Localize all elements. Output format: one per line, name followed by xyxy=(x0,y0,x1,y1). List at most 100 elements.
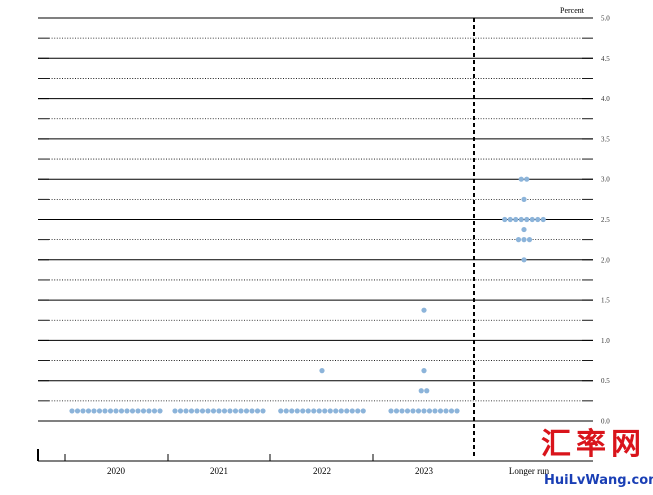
data-point xyxy=(333,408,339,414)
data-point xyxy=(205,408,211,414)
data-point xyxy=(135,408,141,414)
data-point xyxy=(540,216,546,223)
data-point xyxy=(232,408,239,414)
data-point xyxy=(355,408,361,414)
data-point xyxy=(344,408,350,414)
data-point xyxy=(96,408,103,414)
y-tick-label: 2.5 xyxy=(601,216,610,224)
data-point xyxy=(421,368,427,374)
data-point xyxy=(507,216,513,223)
x-tick-label: 2021 xyxy=(210,466,228,476)
data-point xyxy=(437,408,444,414)
y-tick-label: 4.5 xyxy=(601,55,610,63)
data-point xyxy=(432,408,438,414)
data-point xyxy=(238,408,244,414)
data-point xyxy=(124,408,130,414)
data-point xyxy=(188,408,195,414)
data-point xyxy=(311,408,317,414)
data-point xyxy=(85,408,92,414)
data-point xyxy=(199,408,206,414)
data-point xyxy=(74,408,81,414)
data-point xyxy=(524,176,530,182)
data-point xyxy=(319,368,325,374)
data-point xyxy=(393,408,400,414)
y-tick-label: 1.5 xyxy=(601,297,610,305)
data-point xyxy=(249,408,255,414)
data-point xyxy=(278,408,284,414)
x-tick-label: 2022 xyxy=(313,466,331,476)
data-point xyxy=(322,408,328,414)
data-point xyxy=(418,388,424,394)
data-point xyxy=(521,226,527,233)
x-tick-label: 2020 xyxy=(107,466,126,476)
data-point xyxy=(289,408,295,414)
data-point xyxy=(521,196,527,202)
data-point xyxy=(69,408,75,414)
y-tick-label: 4.0 xyxy=(601,95,610,103)
data-point xyxy=(210,408,217,414)
data-point xyxy=(360,408,366,414)
data-point xyxy=(515,237,522,243)
data-point xyxy=(521,257,527,263)
data-point xyxy=(294,408,300,414)
data-point xyxy=(513,216,519,223)
data-point xyxy=(151,408,158,414)
watermark-logo: 汇率网 xyxy=(541,427,646,462)
data-point xyxy=(254,408,261,414)
data-point xyxy=(102,408,108,414)
data-point xyxy=(113,408,119,414)
data-point xyxy=(415,408,422,414)
data-point xyxy=(502,216,508,223)
data-point xyxy=(300,408,306,414)
y-tick-label: 3.5 xyxy=(601,135,610,143)
data-point xyxy=(283,408,289,414)
data-point xyxy=(194,408,200,414)
data-point xyxy=(80,408,86,414)
data-point xyxy=(518,176,524,182)
data-point xyxy=(443,408,449,414)
data-point xyxy=(404,408,411,414)
data-point xyxy=(421,408,427,414)
data-point xyxy=(157,408,163,414)
data-point xyxy=(526,237,533,243)
data-point xyxy=(107,408,114,414)
data-point xyxy=(454,408,460,414)
data-point xyxy=(118,408,125,414)
data-point xyxy=(146,408,152,414)
data-point xyxy=(338,408,344,414)
y-tick-label: 3.0 xyxy=(601,176,610,184)
data-point xyxy=(243,408,250,414)
data-point xyxy=(216,408,222,414)
data-point xyxy=(183,408,189,414)
data-point xyxy=(421,307,427,313)
data-point xyxy=(399,408,405,414)
data-point xyxy=(129,408,136,414)
y-tick-label: 0.0 xyxy=(601,418,610,426)
data-point xyxy=(388,408,394,414)
x-axis: 2020 2021 2022 2023 Longer run xyxy=(37,449,593,476)
data-point xyxy=(140,408,147,414)
data-point xyxy=(424,388,430,394)
data-point xyxy=(529,216,535,223)
y-tick-labels: 0.0 0.5 1.0 1.5 2.0 2.5 3.0 3.5 4.0 4.5 5.0 xyxy=(601,15,610,426)
data-point xyxy=(260,408,266,414)
y-axis-label: Percent xyxy=(560,6,585,15)
y-tick-label: 5.0 xyxy=(601,15,610,23)
data-point xyxy=(172,408,178,414)
data-point xyxy=(227,408,233,414)
data-point xyxy=(91,408,97,414)
data-point xyxy=(448,408,455,414)
data-point xyxy=(410,408,416,414)
y-tick-label: 2.0 xyxy=(601,256,610,264)
data-point xyxy=(535,216,541,223)
data-point xyxy=(221,408,228,414)
data-point xyxy=(426,408,433,414)
data-point xyxy=(349,408,355,414)
data-point xyxy=(327,408,333,414)
data-point xyxy=(177,408,184,414)
data-point xyxy=(316,408,322,414)
data-point xyxy=(521,237,527,243)
data-point xyxy=(524,216,530,223)
dot-plot-chart: 0.0 0.5 1.0 1.5 2.0 2.5 3.0 3.5 4.0 4.5 5.0 Percen… xyxy=(37,6,610,476)
data-point xyxy=(305,408,311,414)
